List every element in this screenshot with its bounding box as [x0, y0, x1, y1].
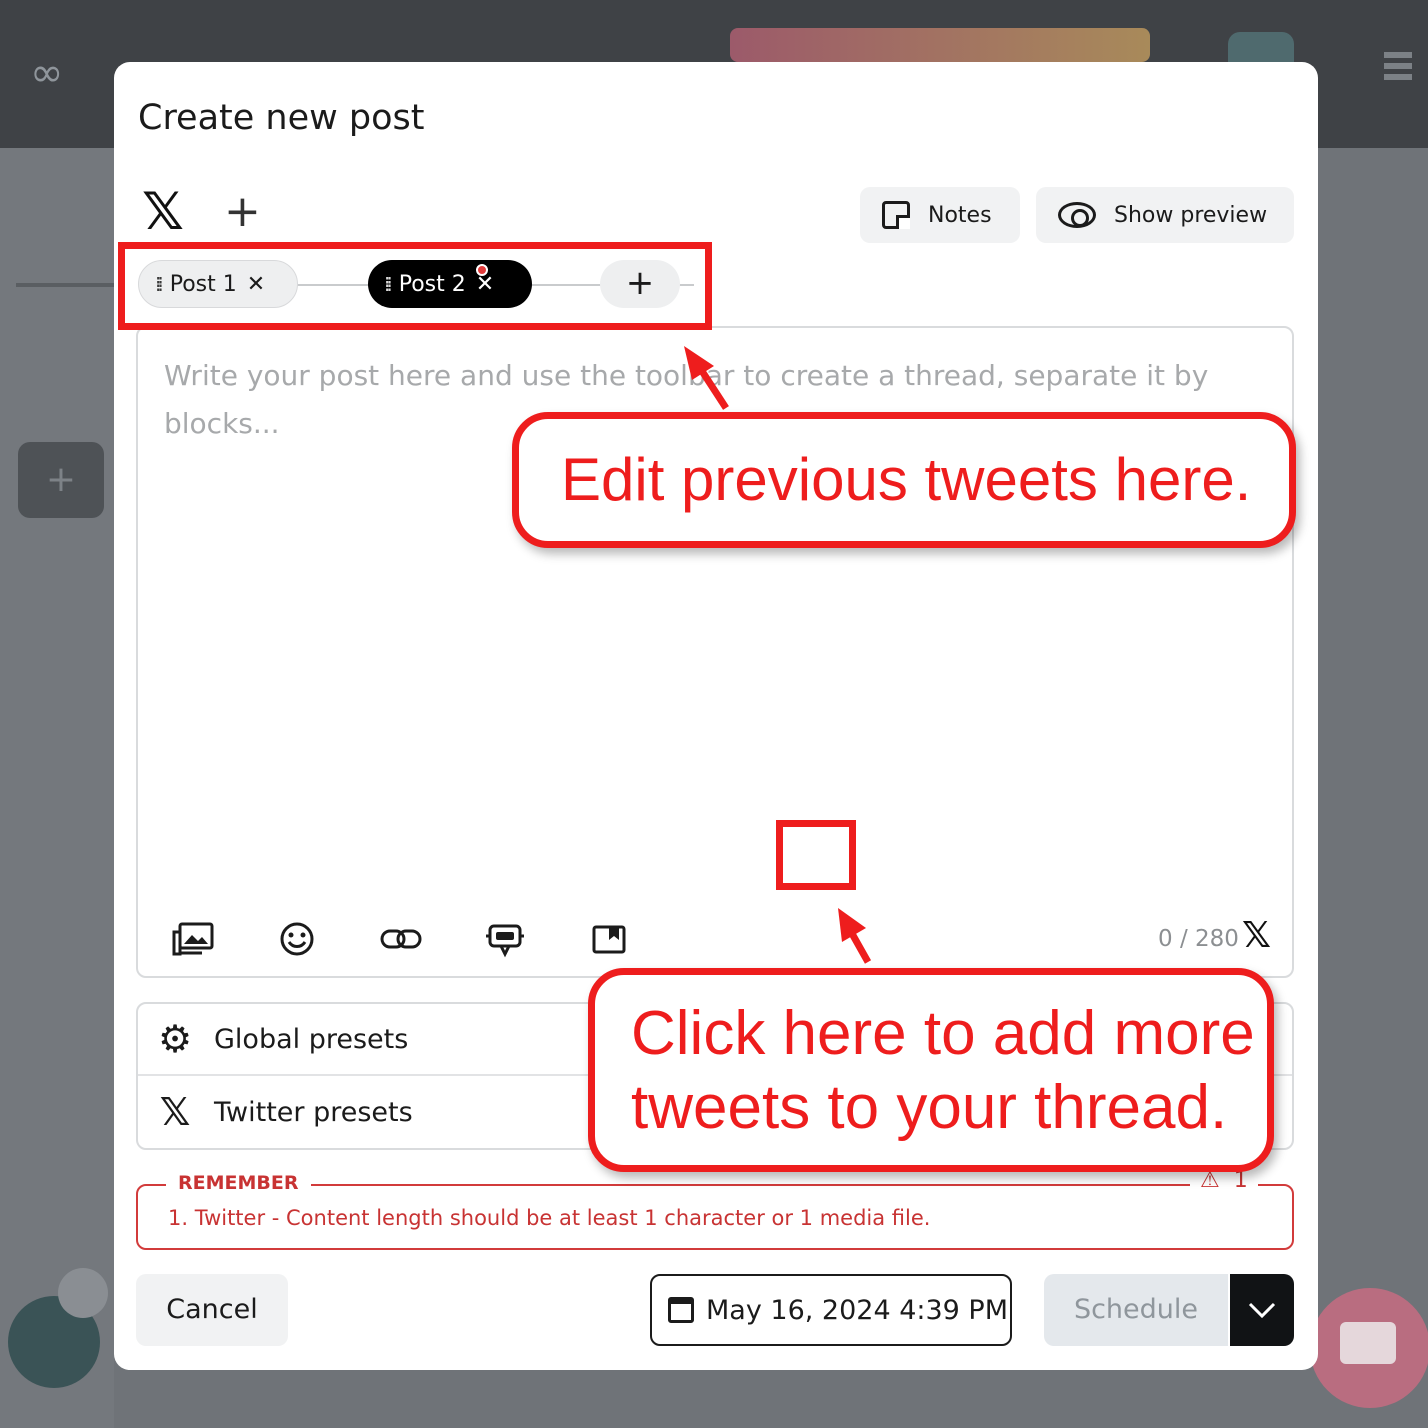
add-network-button[interactable]: +: [224, 190, 261, 234]
eye-icon: [1058, 202, 1096, 228]
validation-warning-box: REMEMBER ⚠ 1 1. Twitter - Content length…: [136, 1168, 1294, 1250]
ai-bot-icon[interactable]: [482, 916, 528, 962]
tabs-highlight-box: [118, 242, 712, 330]
show-preview-button[interactable]: Show preview: [1036, 187, 1294, 243]
app-logo: ∞: [30, 50, 64, 96]
notes-button[interactable]: Notes: [860, 187, 1020, 243]
schedule-date-label: May 16, 2024 4:39 PM: [706, 1294, 1009, 1326]
chat-icon: [1310, 1288, 1428, 1408]
tabs-callout: Edit previous tweets here.: [512, 412, 1296, 548]
gear-icon: ⚙: [157, 1017, 193, 1061]
global-presets-label: Global presets: [214, 1023, 409, 1055]
chevron-down-icon: [1248, 1302, 1276, 1318]
x-logo-icon: 𝕏: [1242, 915, 1272, 956]
add-button-highlight-box: [776, 820, 856, 890]
notes-label: Notes: [928, 202, 992, 228]
emoji-icon[interactable]: [274, 916, 320, 962]
app-sidebar-background: [0, 148, 114, 1428]
twitter-presets-label: Twitter presets: [214, 1096, 413, 1128]
x-logo-icon: 𝕏: [159, 1090, 191, 1134]
calendar-icon: [668, 1297, 694, 1323]
character-counter: 0 / 280: [1158, 926, 1239, 952]
link-icon[interactable]: [378, 916, 424, 962]
cancel-button[interactable]: Cancel: [136, 1274, 288, 1346]
add-tweet-callout: Click here to add more tweets to your th…: [588, 968, 1274, 1172]
app-create-button: +: [18, 442, 104, 518]
schedule-button[interactable]: Schedule: [1044, 1274, 1228, 1346]
x-logo-icon[interactable]: 𝕏: [142, 186, 184, 238]
modal-title: Create new post: [138, 98, 425, 138]
add-tweet-callout-line-2: tweets to your thread.: [631, 1073, 1228, 1142]
menu-icon: [1384, 52, 1412, 82]
add-tweet-callout-line-1: Click here to add more: [631, 999, 1255, 1068]
app-banner: [730, 28, 1150, 62]
app-tab-underline: [16, 283, 116, 287]
note-icon: [882, 201, 910, 229]
remember-label: REMEMBER: [166, 1172, 311, 1194]
editor-tools: [170, 916, 632, 962]
media-icon[interactable]: [170, 916, 216, 962]
schedule-date-picker[interactable]: May 16, 2024 4:39 PM: [650, 1274, 1012, 1346]
bookmark-icon[interactable]: [586, 916, 632, 962]
warning-message: 1. Twitter - Content length should be at…: [168, 1206, 931, 1230]
schedule-options-button[interactable]: [1230, 1274, 1294, 1346]
support-badge: [58, 1268, 108, 1318]
show-preview-label: Show preview: [1114, 202, 1268, 228]
